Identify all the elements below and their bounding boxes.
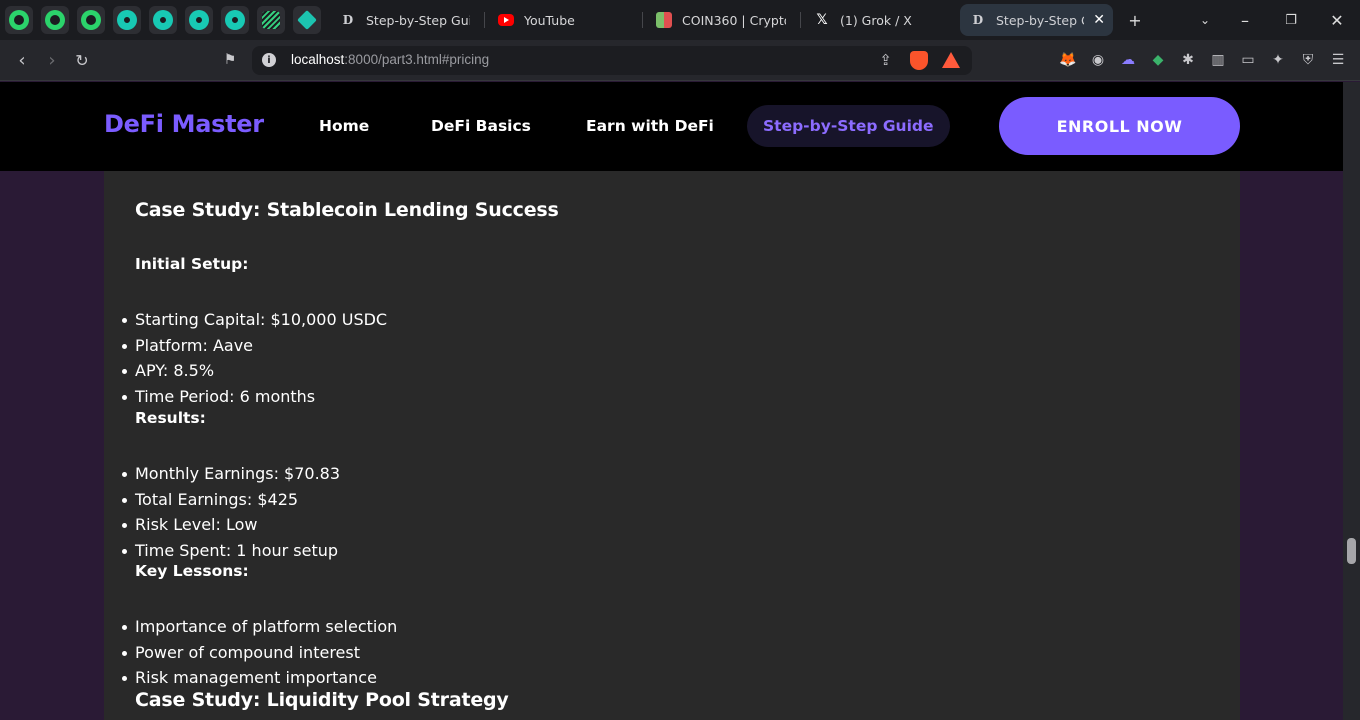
coin360-icon [656, 12, 672, 28]
case-study-2-title: Case Study: Liquidity Pool Strategy [135, 689, 509, 711]
list-item: Power of compound interest [121, 640, 397, 666]
browser-toolbar: ‹ › ↻ ⚑ i localhost:8000/part3.html#pric… [0, 40, 1360, 81]
key-lessons-heading: Key Lessons: [135, 562, 249, 580]
pinned-tab-teal-icon[interactable] [149, 6, 177, 34]
pinned-tab-green-icon[interactable] [5, 6, 33, 34]
setup-list: Starting Capital: $10,000 USDC Platform:… [121, 307, 387, 410]
site-header: DeFi Master Home DeFi Basics Earn with D… [0, 82, 1343, 171]
pinned-tab-green-icon[interactable] [41, 6, 69, 34]
extension-owl-icon[interactable]: ◉ [1089, 51, 1107, 69]
list-item: Platform: Aave [121, 333, 387, 359]
list-item: APY: 8.5% [121, 358, 387, 384]
pinned-tab-teal-icon[interactable] [113, 6, 141, 34]
extensions-puzzle-icon[interactable]: ✱ [1179, 51, 1197, 69]
extension-diamond-icon[interactable]: ◆ [1149, 51, 1167, 69]
tab-separator [642, 12, 643, 28]
url-path: :8000/part3.html#pricing [344, 52, 490, 67]
extension-ghost-icon[interactable]: ☁ [1119, 51, 1137, 69]
initial-setup-heading: Initial Setup: [135, 255, 249, 273]
nav-home[interactable]: Home [319, 117, 369, 135]
pinned-tab-teal-icon[interactable] [185, 6, 213, 34]
url-host: localhost [291, 52, 345, 67]
tab-grok-x[interactable]: 𝕏 (1) Grok / X [804, 4, 954, 36]
brave-shields-icon[interactable] [910, 51, 928, 70]
tab-coin360[interactable]: COIN360 | Cryptocur [646, 4, 796, 36]
new-tab-icon[interactable]: + [1121, 6, 1149, 34]
lessons-list: Importance of platform selection Power o… [121, 614, 397, 691]
close-tab-icon[interactable]: ✕ [1093, 12, 1105, 28]
list-item: Time Period: 6 months [121, 384, 387, 410]
metamask-icon[interactable]: 🦊 [1059, 51, 1077, 69]
d-favicon-icon: D [340, 12, 356, 28]
results-heading: Results: [135, 409, 206, 427]
nav-defi-basics[interactable]: DeFi Basics [431, 117, 531, 135]
close-window-icon[interactable]: ✕ [1323, 6, 1351, 34]
menu-icon[interactable]: ☰ [1329, 51, 1347, 69]
page-viewport: DeFi Master Home DeFi Basics Earn with D… [0, 82, 1343, 720]
tab-separator [484, 12, 485, 28]
list-item: Total Earnings: $425 [121, 487, 340, 513]
address-bar[interactable]: i localhost:8000/part3.html#pricing ⇪ [252, 46, 972, 75]
restore-icon[interactable]: ❐ [1277, 6, 1305, 34]
url-text[interactable]: localhost:8000/part3.html#pricing [291, 52, 489, 67]
back-icon[interactable]: ‹ [9, 47, 35, 73]
brave-rewards-icon[interactable] [942, 52, 960, 68]
list-item: Risk Level: Low [121, 512, 340, 538]
pinned-tab-green-icon[interactable] [77, 6, 105, 34]
browser-tab-strip: D Step-by-Step Guide YouTube COIN360 | C… [0, 0, 1360, 40]
case-study-title: Case Study: Stablecoin Lending Success [135, 199, 559, 221]
d-favicon-icon: D [972, 13, 984, 27]
list-item: Time Spent: 1 hour setup [121, 538, 340, 564]
pinned-tab-stripes-icon[interactable] [257, 6, 285, 34]
nav-earn-with-defi[interactable]: Earn with DeFi [586, 117, 714, 135]
leo-ai-icon[interactable]: ✦ [1269, 51, 1287, 69]
scrollbar-thumb[interactable] [1347, 538, 1356, 564]
tab-youtube[interactable]: YouTube [488, 4, 638, 36]
tab-step-by-step-guide-active[interactable]: D Step-by-Step Gu ✕ [960, 4, 1113, 36]
pinned-tab-diamond-icon[interactable] [293, 6, 321, 34]
list-item: Monthly Earnings: $70.83 [121, 461, 340, 487]
tab-step-by-step-guide[interactable]: D Step-by-Step Guide [330, 4, 480, 36]
forward-icon[interactable]: › [39, 47, 65, 73]
tab-search-chevron-icon[interactable]: ⌄ [1191, 6, 1219, 34]
list-item: Importance of platform selection [121, 614, 397, 640]
pinned-tab-teal-icon[interactable] [221, 6, 249, 34]
case-study-card: Case Study: Stablecoin Lending Success I… [104, 171, 1240, 720]
minimize-icon[interactable]: – [1231, 6, 1259, 34]
sidebar-icon[interactable]: ▥ [1209, 51, 1227, 69]
share-icon[interactable]: ⇪ [879, 51, 892, 69]
list-item: Starting Capital: $10,000 USDC [121, 307, 387, 333]
site-logo[interactable]: DeFi Master [104, 110, 264, 138]
list-item: Risk management importance [121, 665, 397, 691]
page-scrollbar[interactable] [1343, 82, 1360, 720]
site-info-icon[interactable]: i [262, 53, 276, 67]
results-list: Monthly Earnings: $70.83 Total Earnings:… [121, 461, 340, 564]
youtube-icon [498, 14, 514, 26]
reload-icon[interactable]: ↻ [69, 47, 95, 73]
bookmark-icon[interactable]: ⚑ [217, 47, 243, 73]
tab-separator [800, 12, 801, 28]
wallet-icon[interactable]: ▭ [1239, 51, 1257, 69]
nav-step-by-step-guide[interactable]: Step-by-Step Guide [747, 105, 950, 147]
enroll-now-button[interactable]: ENROLL NOW [999, 97, 1240, 155]
x-logo-icon: 𝕏 [816, 12, 828, 28]
vpn-icon[interactable]: ⛨ [1299, 51, 1317, 69]
